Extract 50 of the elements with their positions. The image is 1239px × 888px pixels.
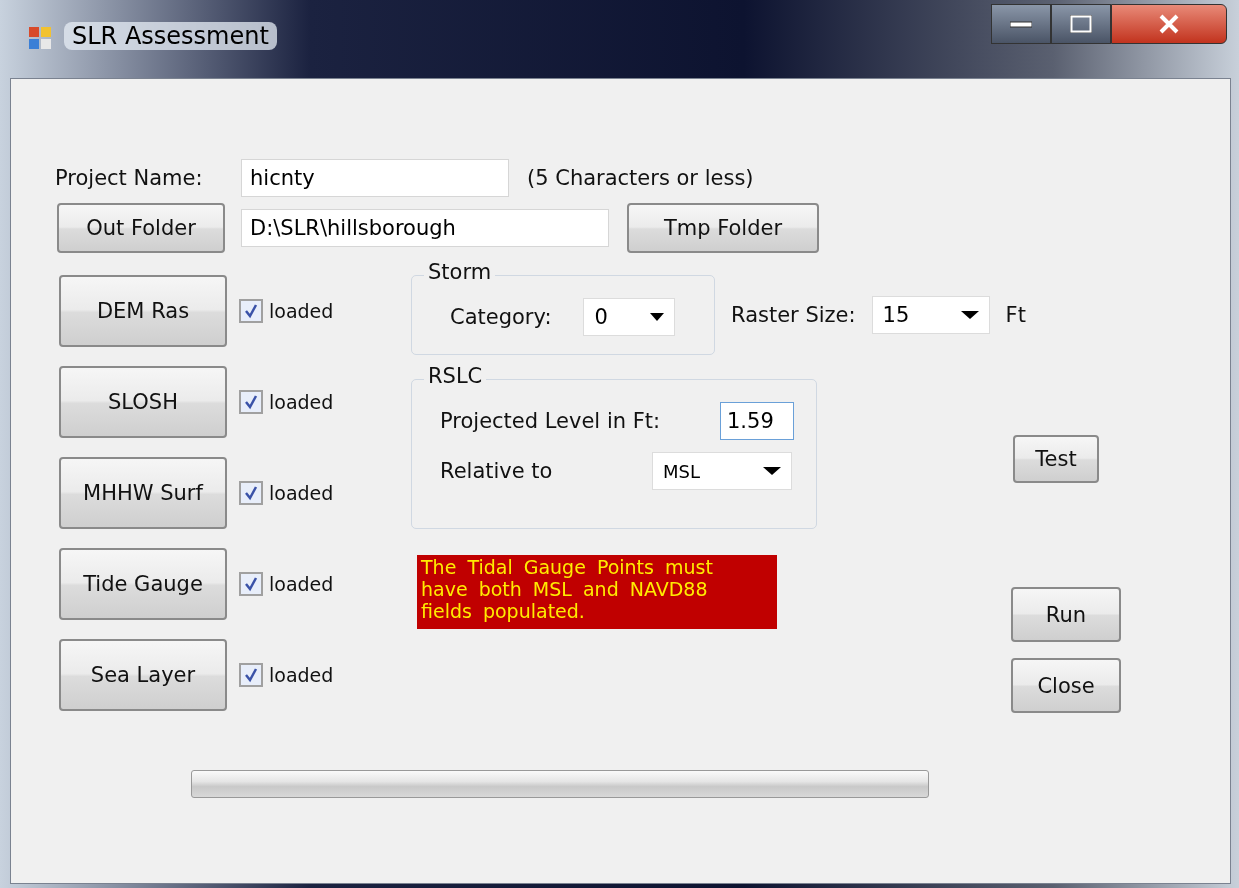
layer-button[interactable]: Sea Layer	[59, 638, 227, 711]
layer-button[interactable]: SLOSH	[59, 365, 227, 438]
dropdown-arrow-icon	[650, 313, 665, 321]
check-icon	[243, 575, 259, 592]
relative-to-label: Relative to	[440, 459, 553, 483]
checkbox-label: loaded	[269, 299, 334, 322]
run-button[interactable]: Run	[1011, 587, 1121, 642]
maximize-icon	[1070, 15, 1092, 33]
check-icon	[243, 393, 259, 410]
projected-level-label: Projected Level in Ft:	[440, 409, 661, 433]
close-icon	[1158, 14, 1180, 34]
raster-size-dropdown[interactable]: 15	[871, 296, 990, 334]
category-label: Category:	[450, 305, 552, 329]
test-button[interactable]: Test	[1013, 435, 1099, 483]
app-icon	[28, 26, 52, 50]
checkbox-label: loaded	[269, 572, 334, 595]
close-button[interactable]: Close	[1011, 658, 1121, 713]
checkbox[interactable]	[239, 571, 263, 596]
check-icon	[243, 484, 259, 501]
check-icon	[243, 302, 259, 319]
dropdown-arrow-icon	[960, 311, 979, 319]
out-folder-field[interactable]: D:\SLR\hillsborough	[241, 209, 609, 247]
close-button[interactable]	[1111, 4, 1227, 44]
category-dropdown[interactable]: 0	[583, 298, 676, 336]
checkbox[interactable]	[239, 389, 263, 414]
checkbox-label: loaded	[269, 390, 334, 413]
checkbox[interactable]	[239, 298, 263, 323]
dropdown-arrow-icon	[763, 467, 781, 475]
project-name-label: Project Name:	[55, 166, 204, 190]
projected-level-field[interactable]: 1.59	[720, 402, 794, 440]
minimize-icon	[1010, 20, 1032, 28]
warning-message: The Tidal Gauge Points must have both MSL and NAVD88 fields populated.	[417, 555, 777, 629]
checkbox-label: loaded	[269, 481, 334, 504]
checkbox[interactable]	[239, 480, 263, 505]
window-title: SLR Assessment	[64, 22, 277, 50]
layer-button[interactable]: Tide Gauge	[59, 547, 227, 620]
checkbox[interactable]	[239, 662, 263, 687]
tmp-folder-button[interactable]: Tmp Folder	[627, 203, 819, 253]
project-name-field[interactable]: hicnty	[241, 159, 509, 197]
check-icon	[243, 666, 259, 683]
layer-button[interactable]: MHHW Surf	[59, 456, 227, 529]
layer-button[interactable]: DEM Ras	[59, 274, 227, 347]
maximize-button[interactable]	[1051, 4, 1111, 44]
raster-size-label: Raster Size:	[731, 303, 856, 327]
relative-to-dropdown[interactable]: MSL	[652, 452, 792, 490]
out-folder-button[interactable]: Out Folder	[57, 203, 225, 253]
unit-label: Ft	[1005, 303, 1026, 327]
minimize-button[interactable]	[991, 4, 1051, 44]
hint-text: (5 Characters or less)	[527, 166, 754, 190]
checkbox-label: loaded	[269, 663, 334, 686]
